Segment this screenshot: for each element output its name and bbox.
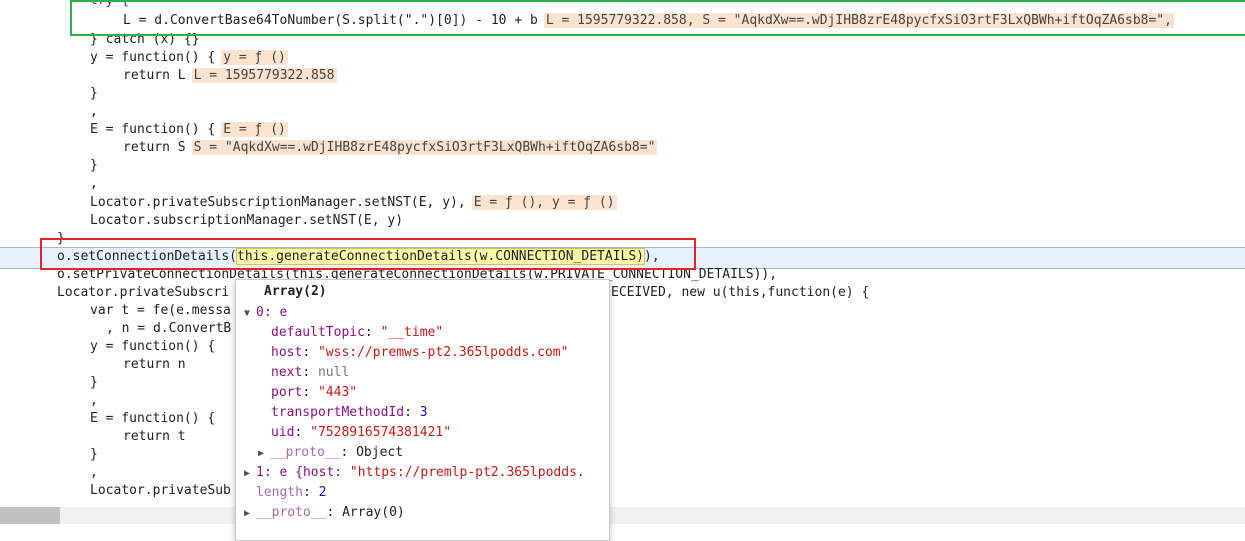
- code-line: Locator.privateSubscri: [57, 285, 230, 300]
- property-row: length: 2: [256, 485, 327, 500]
- tree-item-proto-array[interactable]: ▶ __proto__: Array(0): [244, 503, 405, 523]
- inline-value: y = ƒ (): [221, 50, 288, 65]
- collapsed-triangle-icon[interactable]: ▶: [244, 464, 256, 484]
- code-line: , n = d.ConvertB: [106, 321, 232, 336]
- collapsed-triangle-icon[interactable]: ▶: [258, 444, 270, 464]
- property-row: transportMethodId: 3: [271, 405, 428, 420]
- value-preview-popover: Array(2) ▼ 0: e defaultTopic: "__time" ho…: [235, 279, 610, 541]
- tree-item-0[interactable]: ▼ 0: e: [244, 303, 287, 323]
- property-row: defaultTopic: "__time": [271, 325, 444, 340]
- inline-value: E = ƒ (): [221, 122, 288, 137]
- code-line: }: [90, 375, 98, 390]
- code-line: y = function() {: [90, 339, 216, 354]
- property-row: port: "443": [271, 385, 358, 400]
- collapsed-triangle-icon[interactable]: ▶: [244, 504, 256, 524]
- property-row: uid: "7528916574381421": [271, 425, 452, 440]
- code-line: return n: [123, 357, 186, 372]
- code-line: ,: [90, 176, 98, 191]
- green-annotation-box: [70, 0, 1245, 36]
- code-line: E = function() {: [90, 411, 216, 426]
- property-row: next: null: [271, 365, 350, 380]
- code-line: ,: [90, 393, 98, 408]
- horizontal-scrollbar[interactable]: [0, 507, 1245, 524]
- code-line-continuation: ECEIVED, new u(this,function(e) {: [611, 285, 870, 300]
- red-annotation-box: [40, 238, 696, 270]
- code-line: Locator.privateSubscriptionManager.setNS…: [90, 195, 617, 210]
- expanded-triangle-icon[interactable]: ▼: [244, 304, 256, 324]
- code-line: ,: [90, 465, 98, 480]
- tree-item-proto-object[interactable]: ▶ __proto__: Object: [258, 443, 403, 463]
- inline-value: S = "AqkdXw==.wDjIHB8zrE48pycfxSiO3rtF3L…: [191, 140, 658, 155]
- code-line: y = function() {y = ƒ (): [90, 50, 288, 65]
- code-line: }: [90, 447, 98, 462]
- inline-value: L = 1595779322.858: [191, 68, 337, 83]
- code-line: Locator.subscriptionManager.setNST(E, y): [90, 213, 404, 228]
- code-line: }: [90, 86, 98, 101]
- source-code-editor: try { L = d.ConvertBase64ToNumber(S.spli…: [0, 0, 1245, 541]
- scrollbar-thumb[interactable]: [0, 507, 60, 524]
- code-line: return LL = 1595779322.858: [123, 68, 337, 83]
- property-row: host: "wss://premws-pt2.365lpodds.com": [271, 345, 569, 360]
- code-line: var t = fe(e.messa: [90, 303, 231, 318]
- popover-title: Array(2): [264, 284, 327, 299]
- code-line: E = function() {E = ƒ (): [90, 122, 288, 137]
- code-line: Locator.privateSub: [90, 483, 231, 498]
- code-line: ,: [90, 104, 98, 119]
- tree-item-1[interactable]: ▶ 1: e {host: "https://premlp-pt2.365lpod…: [244, 463, 585, 483]
- code-line: return t: [123, 429, 186, 444]
- code-line: }: [90, 158, 98, 173]
- code-line: return SS = "AqkdXw==.wDjIHB8zrE48pycfxS…: [123, 140, 658, 155]
- inline-value: E = ƒ (), y = ƒ (): [471, 195, 617, 210]
